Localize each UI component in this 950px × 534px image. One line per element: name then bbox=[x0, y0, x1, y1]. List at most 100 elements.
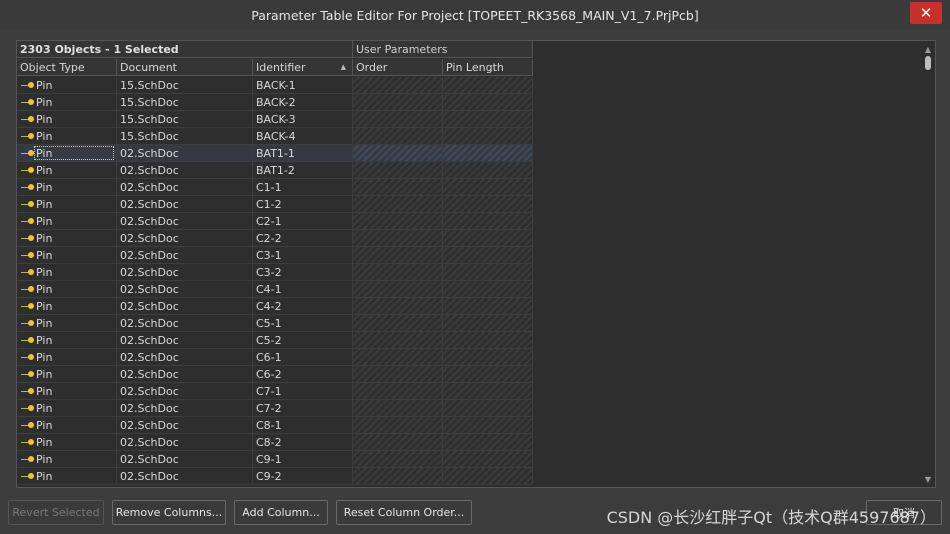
cell-order[interactable] bbox=[353, 468, 443, 485]
cell-object-type[interactable]: Pin bbox=[17, 281, 117, 298]
cell-object-type[interactable]: Pin bbox=[17, 230, 117, 247]
cell-pin-length[interactable] bbox=[443, 383, 533, 400]
cell-object-type[interactable]: Pin bbox=[17, 434, 117, 451]
table-row[interactable]: Pin 02.SchDoc C6-1 bbox=[17, 349, 533, 366]
cell-object-type[interactable]: Pin bbox=[17, 128, 117, 145]
revert-selected-button[interactable]: Revert Selected bbox=[8, 500, 104, 525]
cell-pin-length[interactable] bbox=[443, 315, 533, 332]
cell-object-type[interactable]: Pin bbox=[17, 94, 117, 111]
column-header-object-type[interactable]: Object Type bbox=[17, 59, 117, 76]
cell-identifier[interactable]: C5-2 bbox=[253, 332, 353, 349]
cell-order[interactable] bbox=[353, 247, 443, 264]
cell-object-type[interactable]: Pin bbox=[17, 264, 117, 281]
table-row[interactable]: Pin 02.SchDoc C9-2 bbox=[17, 468, 533, 485]
cell-identifier[interactable]: C2-1 bbox=[253, 213, 353, 230]
scroll-up-icon[interactable]: ▲ bbox=[921, 43, 935, 55]
cell-order[interactable] bbox=[353, 264, 443, 281]
cell-document[interactable]: 02.SchDoc bbox=[117, 281, 253, 298]
table-row[interactable]: Pin 02.SchDoc C9-1 bbox=[17, 451, 533, 468]
cell-object-type[interactable]: Pin bbox=[17, 179, 117, 196]
remove-columns-button[interactable]: Remove Columns... bbox=[112, 500, 226, 525]
column-header-order[interactable]: Order bbox=[353, 59, 443, 76]
cell-order[interactable] bbox=[353, 383, 443, 400]
cell-identifier[interactable]: C6-1 bbox=[253, 349, 353, 366]
cell-object-type[interactable]: Pin bbox=[17, 451, 117, 468]
cell-order[interactable] bbox=[353, 196, 443, 213]
cell-pin-length[interactable] bbox=[443, 332, 533, 349]
table-row[interactable]: Pin 02.SchDoc C2-1 bbox=[17, 213, 533, 230]
table-row[interactable]: Pin 02.SchDoc C6-2 bbox=[17, 366, 533, 383]
cell-order[interactable] bbox=[353, 434, 443, 451]
cell-document[interactable]: 02.SchDoc bbox=[117, 383, 253, 400]
cell-identifier[interactable]: C3-1 bbox=[253, 247, 353, 264]
cell-pin-length[interactable] bbox=[443, 128, 533, 145]
cell-identifier[interactable]: BAT1-2 bbox=[253, 162, 353, 179]
cell-pin-length[interactable] bbox=[443, 417, 533, 434]
cell-identifier[interactable]: BACK-1 bbox=[253, 77, 353, 94]
cell-identifier[interactable]: C9-2 bbox=[253, 468, 353, 485]
cell-document[interactable]: 02.SchDoc bbox=[117, 230, 253, 247]
cell-order[interactable] bbox=[353, 77, 443, 94]
cell-document[interactable]: 15.SchDoc bbox=[117, 128, 253, 145]
table-row[interactable]: Pin 02.SchDoc C2-2 bbox=[17, 230, 533, 247]
cell-object-type[interactable]: Pin bbox=[17, 247, 117, 264]
cell-identifier[interactable]: BAT1-1 bbox=[253, 145, 353, 162]
cell-pin-length[interactable] bbox=[443, 400, 533, 417]
cell-pin-length[interactable] bbox=[443, 247, 533, 264]
cell-document[interactable]: 02.SchDoc bbox=[117, 162, 253, 179]
vertical-scrollbar[interactable]: ▲ ▼ bbox=[921, 41, 935, 487]
cell-document[interactable]: 15.SchDoc bbox=[117, 111, 253, 128]
cell-document[interactable]: 02.SchDoc bbox=[117, 298, 253, 315]
cell-order[interactable] bbox=[353, 451, 443, 468]
cell-pin-length[interactable] bbox=[443, 349, 533, 366]
column-header-document[interactable]: Document bbox=[117, 59, 253, 76]
cell-object-type[interactable]: Pin bbox=[17, 383, 117, 400]
cell-pin-length[interactable] bbox=[443, 468, 533, 485]
cell-pin-length[interactable] bbox=[443, 451, 533, 468]
table-row[interactable]: Pin 02.SchDoc BAT1-2 bbox=[17, 162, 533, 179]
cell-order[interactable] bbox=[353, 145, 443, 162]
cell-object-type[interactable]: Pin bbox=[17, 298, 117, 315]
cell-pin-length[interactable] bbox=[443, 162, 533, 179]
table-row[interactable]: Pin 02.SchDoc C7-1 bbox=[17, 383, 533, 400]
cell-identifier[interactable]: C4-2 bbox=[253, 298, 353, 315]
cell-object-type[interactable]: Pin bbox=[17, 349, 117, 366]
cell-identifier[interactable]: C5-1 bbox=[253, 315, 353, 332]
column-header-pin-length[interactable]: Pin Length bbox=[443, 59, 533, 76]
column-header-identifier[interactable]: Identifier ▲ bbox=[253, 59, 353, 76]
cell-identifier[interactable]: C2-2 bbox=[253, 230, 353, 247]
cell-order[interactable] bbox=[353, 400, 443, 417]
table-row[interactable]: Pin 02.SchDoc C3-1 bbox=[17, 247, 533, 264]
cell-pin-length[interactable] bbox=[443, 179, 533, 196]
cell-object-type[interactable]: Pin bbox=[17, 111, 117, 128]
cell-document[interactable]: 02.SchDoc bbox=[117, 349, 253, 366]
cell-document[interactable]: 02.SchDoc bbox=[117, 366, 253, 383]
table-row[interactable]: Pin 02.SchDoc C5-2 bbox=[17, 332, 533, 349]
cell-pin-length[interactable] bbox=[443, 281, 533, 298]
cell-identifier[interactable]: C6-2 bbox=[253, 366, 353, 383]
cell-pin-length[interactable] bbox=[443, 145, 533, 162]
cell-object-type[interactable]: Pin bbox=[17, 213, 117, 230]
cell-pin-length[interactable] bbox=[443, 94, 533, 111]
cell-document[interactable]: 02.SchDoc bbox=[117, 468, 253, 485]
table-row[interactable]: Pin 02.SchDoc C1-1 bbox=[17, 179, 533, 196]
cell-order[interactable] bbox=[353, 281, 443, 298]
reset-column-order-button[interactable]: Reset Column Order... bbox=[336, 500, 472, 525]
cell-identifier[interactable]: C7-1 bbox=[253, 383, 353, 400]
cell-pin-length[interactable] bbox=[443, 366, 533, 383]
cell-order[interactable] bbox=[353, 332, 443, 349]
cell-document[interactable]: 02.SchDoc bbox=[117, 213, 253, 230]
cell-object-type[interactable]: Pin bbox=[17, 315, 117, 332]
cell-identifier[interactable]: C8-1 bbox=[253, 417, 353, 434]
cell-order[interactable] bbox=[353, 298, 443, 315]
cell-order[interactable] bbox=[353, 213, 443, 230]
scrollbar-thumb[interactable] bbox=[925, 56, 931, 70]
cell-order[interactable] bbox=[353, 179, 443, 196]
parameter-grid[interactable]: 2303 Objects - 1 Selected User Parameter… bbox=[16, 40, 936, 488]
cell-document[interactable]: 15.SchDoc bbox=[117, 77, 253, 94]
cell-document[interactable]: 02.SchDoc bbox=[117, 434, 253, 451]
table-row[interactable]: Pin 15.SchDoc BACK-3 bbox=[17, 111, 533, 128]
table-row[interactable]: Pin 15.SchDoc BACK-2 bbox=[17, 94, 533, 111]
cell-order[interactable] bbox=[353, 128, 443, 145]
cell-object-type[interactable]: Pin bbox=[17, 400, 117, 417]
